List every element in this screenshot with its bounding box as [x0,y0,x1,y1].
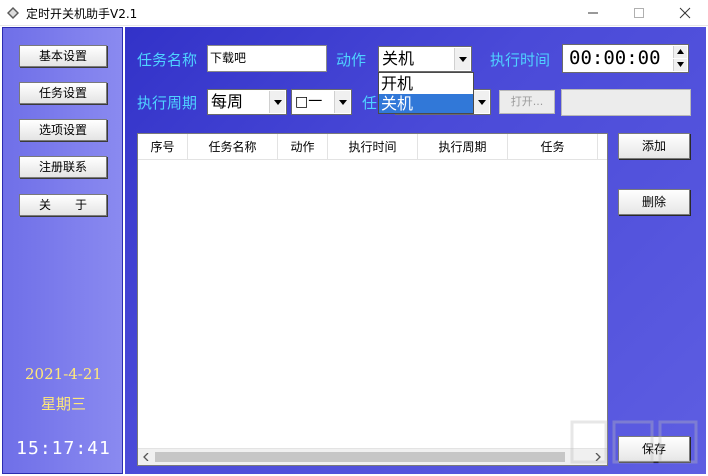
file-path-field[interactable] [561,89,691,116]
exec-time-value: 00:00:00 [569,47,661,69]
column-header-index[interactable]: 序号 [138,134,188,160]
sidebar-task-settings-button[interactable]: 任务设置 [19,82,107,104]
period-select[interactable]: 每周 [207,89,287,115]
app-diamond-icon [7,7,19,19]
column-header-action[interactable]: 动作 [278,134,328,160]
task-name-label: 任务名称 [137,51,198,69]
period-label: 执行周期 [137,94,198,112]
action-option-shutdown[interactable]: 关机 [379,94,473,113]
chevron-down-icon [274,100,282,105]
sidebar-options-button[interactable]: 选项设置 [19,119,107,141]
time-up-button[interactable] [673,46,687,58]
task-type-dropdown-arrow[interactable] [473,91,489,113]
period-select-value: 每周 [211,92,244,111]
column-header-task-name[interactable]: 任务名称 [188,134,278,160]
chevron-down-icon [478,100,486,105]
delete-button[interactable]: 删除 [618,189,690,215]
main-panel: 任务名称 下载吧 动作 关机 执行时间 00:00:00 执行周期 每周 □一 … [125,27,706,474]
action-option-startup[interactable]: 开机 [379,74,473,93]
weekday-select-value: □一 [295,94,323,110]
chevron-up-icon [677,49,684,54]
action-select-value: 关机 [382,49,415,68]
action-dropdown-arrow[interactable] [454,48,470,70]
column-header-exec-time[interactable]: 执行时间 [328,134,418,160]
close-button[interactable] [662,0,708,26]
chevron-left-icon [143,453,149,461]
title-bar: 定时开关机助手V2.1 [0,0,708,26]
minimize-icon [588,12,598,14]
current-date: 2021-4-21 [25,365,102,383]
scroll-thumb[interactable] [155,452,565,462]
weekday-select[interactable]: □一 [291,89,352,115]
task-table[interactable]: 序号 任务名称 动作 执行时间 执行周期 任务 [137,133,608,466]
chevron-down-icon [677,62,684,67]
close-icon [679,7,691,19]
column-header-period[interactable]: 执行周期 [418,134,508,160]
window-title: 定时开关机助手V2.1 [26,7,138,21]
task-type-label: 任 [362,94,378,112]
action-dropdown-list[interactable]: 开机 关机 [378,72,474,114]
sidebar-basic-settings-button[interactable]: 基本设置 [19,45,107,67]
exec-time-label: 执行时间 [490,51,551,69]
time-down-button[interactable] [673,59,687,71]
period-dropdown-arrow[interactable] [269,91,285,113]
action-select[interactable]: 关机 [378,46,472,72]
exec-time-spinner[interactable]: 00:00:00 [562,44,689,73]
horizontal-scrollbar[interactable] [138,448,607,465]
chevron-down-icon [459,57,467,62]
task-name-input[interactable]: 下载吧 [207,45,327,72]
sidebar-register-button[interactable]: 注册联系 [19,156,107,178]
open-file-button[interactable]: 打开... [499,90,555,114]
scroll-left-button[interactable] [138,449,155,466]
chevron-down-icon [339,100,347,105]
table-header: 序号 任务名称 动作 执行时间 执行周期 任务 [138,134,607,160]
sidebar-about-button[interactable]: 关 于 [19,194,107,216]
column-header-task[interactable]: 任务 [508,134,598,160]
maximize-button[interactable] [616,0,662,26]
add-button[interactable]: 添加 [618,133,690,159]
current-clock: 15:17:41 [16,438,111,459]
maximize-icon [634,8,644,18]
minimize-button[interactable] [570,0,616,26]
watermark-logo [570,420,698,464]
action-label: 动作 [336,51,367,69]
current-weekday: 星期三 [40,395,86,413]
sidebar: 基本设置 任务设置 选项设置 注册联系 关 于 2021-4-21 星期三 15… [2,27,123,474]
weekday-dropdown-arrow[interactable] [334,91,350,113]
